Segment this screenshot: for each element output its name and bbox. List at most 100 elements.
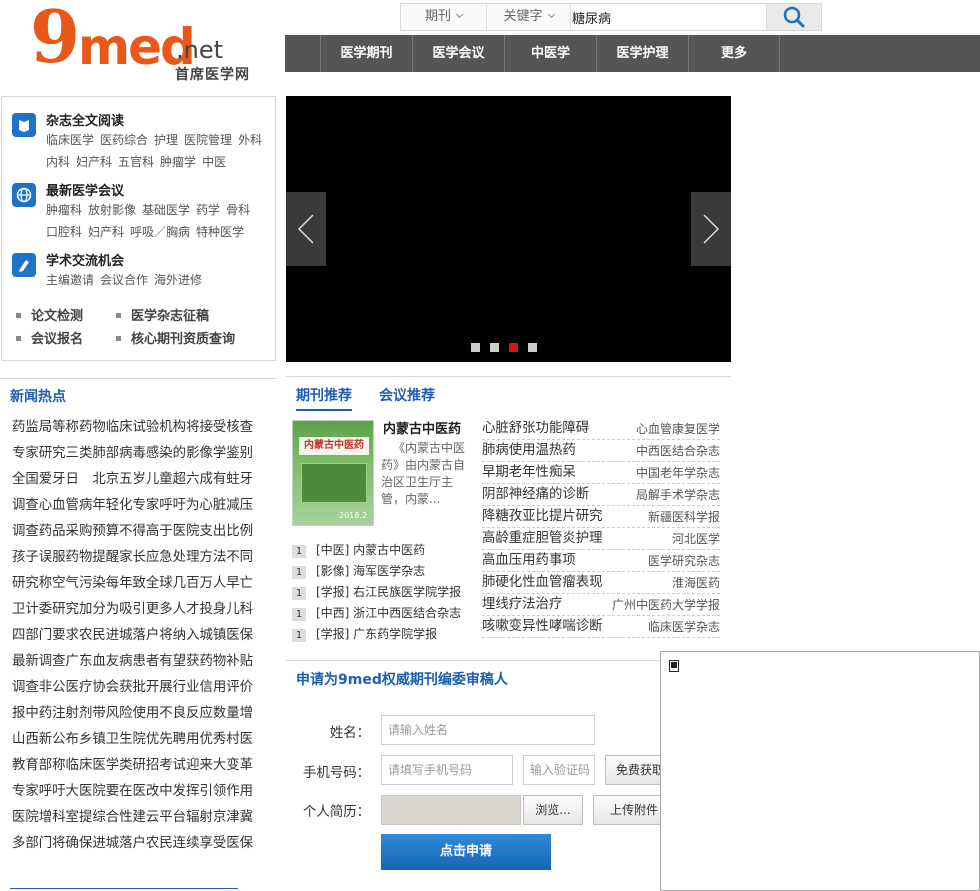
ranking-item[interactable]: 1 [学报] 广东药学院学报 xyxy=(292,624,477,645)
verification-code-field[interactable]: 输入验证码 xyxy=(523,755,595,785)
cat-link[interactable]: 会议合作 xyxy=(100,273,148,287)
news-item[interactable]: 专家呼吁大医院要在医改中发挥引领作用 xyxy=(12,779,276,805)
article-title[interactable]: 肺硬化性血管瘤表现 xyxy=(482,575,603,590)
news-item[interactable]: 教育部称临床医学类研招考试迎来大变革 xyxy=(12,753,276,779)
article-item[interactable]: 高龄重症胆管炎护理 河北医学 xyxy=(482,528,720,550)
cat-link[interactable]: 妇产科 xyxy=(76,155,112,169)
browse-button[interactable]: 浏览... xyxy=(523,795,583,825)
carousel-dot[interactable] xyxy=(471,343,480,352)
nav-item-more[interactable]: 更多 xyxy=(688,35,780,72)
ranking-item[interactable]: 1 [中医] 内蒙古中医药 xyxy=(292,540,477,561)
popup-window[interactable] xyxy=(660,651,980,891)
article-item[interactable]: 埋线疗法治疗 广州中医药大学学报 xyxy=(482,594,720,616)
article-title[interactable]: 降糖孜亚比提片研究 xyxy=(482,509,603,524)
article-source[interactable]: 中国老年学杂志 xyxy=(636,462,720,484)
news-item[interactable]: 专家研究三类肺部病毒感染的影像学鉴别 xyxy=(12,441,276,467)
cat-link[interactable]: 口腔科 xyxy=(46,225,82,239)
news-item[interactable]: 最新调查广东血友病患者有望获药物补贴 xyxy=(12,649,276,675)
cat-link[interactable]: 海外进修 xyxy=(154,273,202,287)
category-select[interactable]: 期刊 xyxy=(401,4,487,30)
article-source[interactable]: 新疆医科学报 xyxy=(648,506,720,528)
cat-link[interactable]: 外科 xyxy=(238,133,262,147)
article-title[interactable]: 早期老年性痴呆 xyxy=(482,465,576,480)
nav-item-conferences[interactable]: 医学会议 xyxy=(412,35,504,72)
news-item[interactable]: 报中药注射剂带风险使用不良反应数量增 xyxy=(12,701,276,727)
article-item[interactable]: 心脏舒张功能障碍 心血管康复医学 xyxy=(482,418,720,440)
carousel-next-button[interactable] xyxy=(691,192,731,266)
article-item[interactable]: 降糖孜亚比提片研究 新疆医科学报 xyxy=(482,506,720,528)
article-title[interactable]: 咳嗽变异性哮喘诊断 xyxy=(482,619,603,634)
article-title[interactable]: 高龄重症胆管炎护理 xyxy=(482,531,603,546)
tab-conference-recommend[interactable]: 会议推荐 xyxy=(379,385,435,405)
submit-button[interactable]: 点击申请 xyxy=(381,834,551,870)
quick-link-core-journal-query[interactable]: 核心期刊资质查询 xyxy=(116,328,235,347)
cat-link[interactable]: 肿瘤学 xyxy=(160,155,196,169)
cat-link[interactable]: 医院管理 xyxy=(184,133,232,147)
file-path-field[interactable] xyxy=(381,795,521,825)
ranking-item[interactable]: 1 [学报] 右江民族医学院学报 xyxy=(292,582,477,603)
cat-link[interactable]: 临床医学 xyxy=(46,133,94,147)
article-source[interactable]: 河北医学 xyxy=(672,528,720,550)
article-item[interactable]: 肺病使用温热药 中西医结合杂志 xyxy=(482,440,720,462)
carousel-dot-active[interactable] xyxy=(509,343,518,352)
nav-item-nursing[interactable]: 医学护理 xyxy=(596,35,688,72)
category-title[interactable]: 最新医学会议 xyxy=(46,180,124,199)
name-field[interactable]: 请输入姓名 xyxy=(381,715,595,745)
article-item[interactable]: 咳嗽变异性哮喘诊断 临床医学杂志 xyxy=(482,616,720,638)
cat-link[interactable]: 五官科 xyxy=(118,155,154,169)
news-item[interactable]: 调查非公医疗协会获批开展行业信用评价 xyxy=(12,675,276,701)
article-source[interactable]: 中西医结合杂志 xyxy=(636,440,720,462)
article-source[interactable]: 临床医学杂志 xyxy=(648,616,720,638)
news-item[interactable]: 研究称空气污染每年致全球几百万人早亡 xyxy=(12,571,276,597)
news-item[interactable]: 卫计委研究加分为吸引更多人才投身儿科 xyxy=(12,597,276,623)
quick-link-call-for-papers[interactable]: 医学杂志征稿 xyxy=(116,305,209,324)
article-title[interactable]: 心脏舒张功能障碍 xyxy=(482,421,589,436)
category-title[interactable]: 杂志全文阅读 xyxy=(46,110,124,129)
ranking-item[interactable]: 1 [中西] 浙江中西医结合杂志 xyxy=(292,603,477,624)
news-item[interactable]: 四部门要求农民进城落户将纳入城镇医保 xyxy=(12,623,276,649)
cat-link[interactable]: 特种医学 xyxy=(196,225,244,239)
category-title[interactable]: 学术交流机会 xyxy=(46,250,124,269)
article-source[interactable]: 心血管康复医学 xyxy=(636,418,720,440)
cat-link[interactable]: 基础医学 xyxy=(142,203,190,217)
site-logo[interactable]: 9 med .net 首席医学网 xyxy=(0,0,285,90)
cat-link[interactable]: 中医 xyxy=(202,155,226,169)
quick-link-paper-check[interactable]: 论文检测 xyxy=(16,305,83,324)
cat-link[interactable]: 主编邀请 xyxy=(46,273,94,287)
field-select[interactable]: 关键字 xyxy=(487,4,571,30)
cat-link[interactable]: 内科 xyxy=(46,155,70,169)
article-item[interactable]: 早期老年性痴呆 中国老年学杂志 xyxy=(482,462,720,484)
carousel-prev-button[interactable] xyxy=(286,192,326,266)
article-item[interactable]: 阴部神经痛的诊断 局解手术学杂志 xyxy=(482,484,720,506)
nav-item-journals[interactable]: 医学期刊 xyxy=(320,35,412,72)
article-item[interactable]: 肺硬化性血管瘤表现 淮海医药 xyxy=(482,572,720,594)
cat-link[interactable]: 医药综合 xyxy=(100,133,148,147)
ranking-item[interactable]: 1 [影像] 海军医学杂志 xyxy=(292,561,477,582)
cat-link[interactable]: 肿瘤科 xyxy=(46,203,82,217)
article-source[interactable]: 局解手术学杂志 xyxy=(636,484,720,506)
news-item[interactable]: 医院增科室提综合性建云平台辐射京津冀 xyxy=(12,805,276,831)
news-item[interactable]: 调查药品采购预算不得高于医院支出比例 xyxy=(12,519,276,545)
news-item[interactable]: 孩子误服药物提醒家长应急处理方法不同 xyxy=(12,545,276,571)
article-source[interactable]: 广州中医药大学学报 xyxy=(612,594,720,616)
tab-journal-recommend[interactable]: 期刊推荐 xyxy=(296,385,352,411)
news-item[interactable]: 多部门将确保进城落户农民连续享受医保 xyxy=(12,831,276,857)
quick-link-conference-signup[interactable]: 会议报名 xyxy=(16,328,83,347)
cat-link[interactable]: 骨科 xyxy=(226,203,250,217)
cat-link[interactable]: 护理 xyxy=(154,133,178,147)
article-source[interactable]: 淮海医药 xyxy=(672,572,720,594)
featured-journal-name[interactable]: 内蒙古中医药 xyxy=(383,418,461,437)
carousel-dot[interactable] xyxy=(528,343,537,352)
news-item[interactable]: 药监局等称药物临床试验机构将接受核查 xyxy=(12,415,276,441)
article-title[interactable]: 阴部神经痛的诊断 xyxy=(482,487,589,502)
cat-link[interactable]: 放射影像 xyxy=(88,203,136,217)
article-item[interactable]: 高血压用药事项 医学研究杂志 xyxy=(482,550,720,572)
article-source[interactable]: 医学研究杂志 xyxy=(648,550,720,572)
phone-field[interactable]: 请填写手机号码 xyxy=(381,755,513,785)
carousel-dot[interactable] xyxy=(490,343,499,352)
cat-link[interactable]: 药学 xyxy=(196,203,220,217)
nav-item-tcm[interactable]: 中医学 xyxy=(504,35,596,72)
cat-link[interactable]: 妇产科 xyxy=(88,225,124,239)
article-title[interactable]: 肺病使用温热药 xyxy=(482,443,576,458)
search-input[interactable] xyxy=(572,6,764,28)
